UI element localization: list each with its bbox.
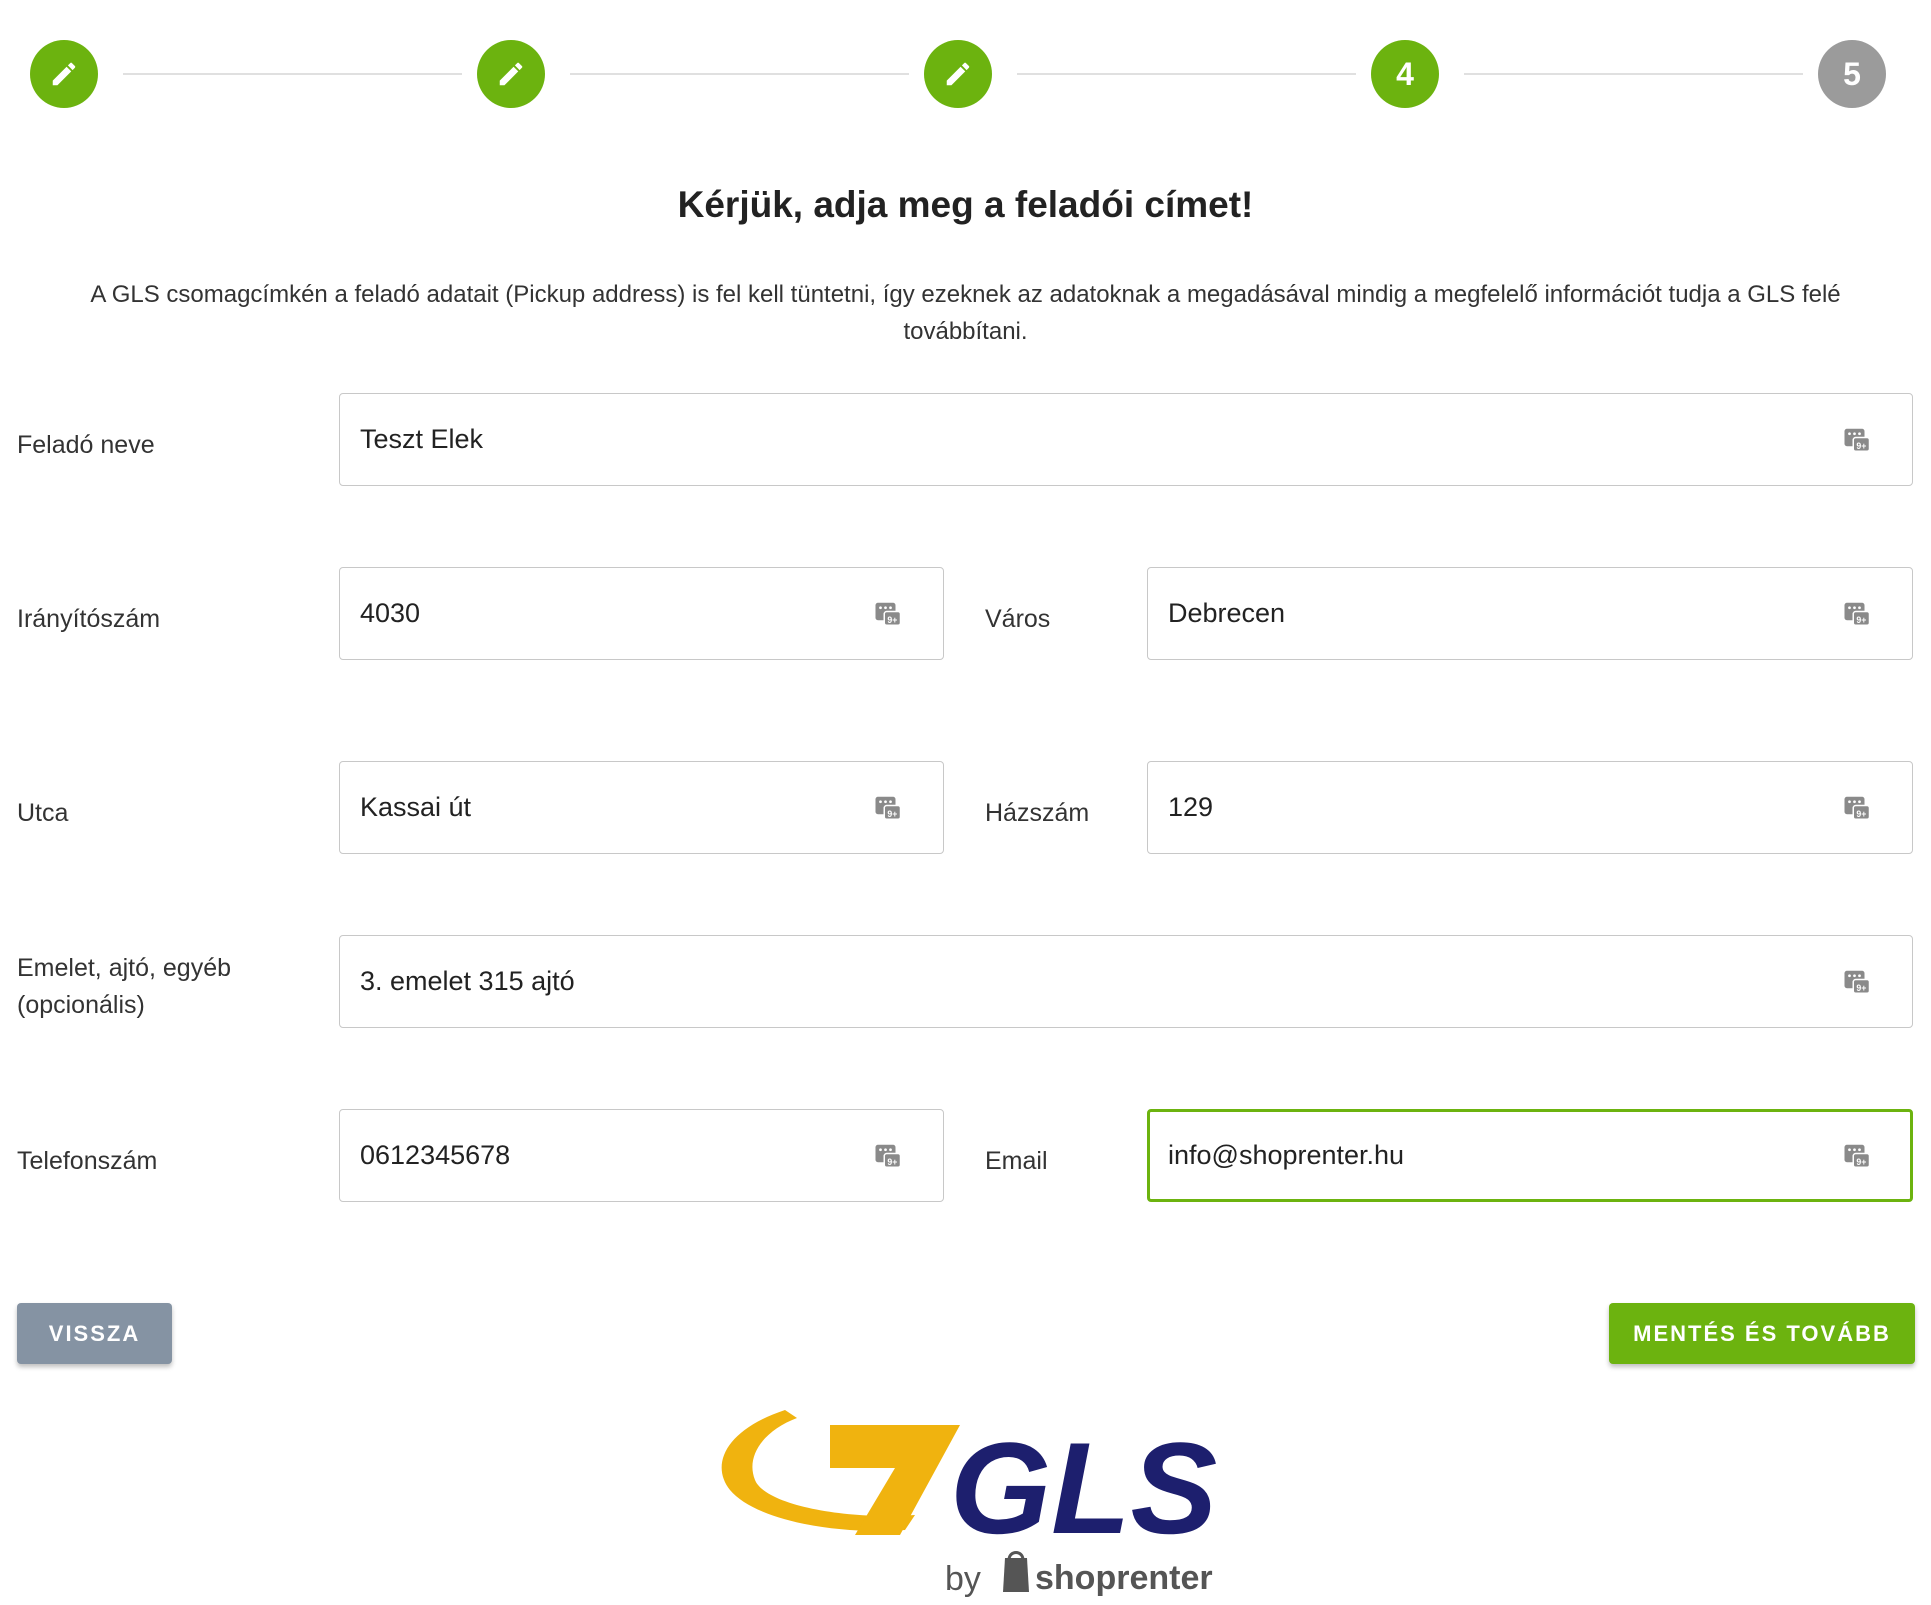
step-1-done[interactable] <box>30 40 98 108</box>
phone-label: Telefonszám <box>17 1147 158 1175</box>
sender-name-label: Feladó neve <box>17 431 155 459</box>
zip-input[interactable] <box>340 568 873 659</box>
shoprenter-wordmark: shoprenter <box>1035 1559 1213 1597</box>
step-5-pending: 5 <box>1818 40 1886 108</box>
pencil-icon <box>52 62 76 86</box>
step-number: 4 <box>1396 55 1414 92</box>
logo-by-text: by <box>945 1560 981 1598</box>
extra-input[interactable] <box>340 936 1842 1027</box>
phone-input[interactable] <box>340 1110 873 1201</box>
keyboard-dialpad-icon[interactable]: 9+ <box>1842 599 1872 629</box>
svg-text:9+: 9+ <box>1856 808 1866 818</box>
zip-field[interactable]: 9+ <box>339 567 944 660</box>
street-input[interactable] <box>340 762 873 853</box>
email-field[interactable]: 9+ <box>1147 1109 1913 1202</box>
house-number-field[interactable]: 9+ <box>1147 761 1913 854</box>
step-2-done[interactable] <box>477 40 545 108</box>
email-input[interactable] <box>1150 1112 1842 1199</box>
svg-text:9+: 9+ <box>1856 982 1866 992</box>
progress-stepper: 4 5 <box>0 0 1931 150</box>
house-number-input[interactable] <box>1148 762 1842 853</box>
keyboard-dialpad-icon[interactable]: 9+ <box>1842 1141 1872 1171</box>
stepper-connector <box>570 73 909 75</box>
step-4-active: 4 <box>1371 40 1439 108</box>
svg-text:9+: 9+ <box>887 808 897 818</box>
extra-label-line2: (opcionális) <box>17 991 145 1019</box>
step-number: 5 <box>1843 55 1861 92</box>
svg-text:9+: 9+ <box>887 1156 897 1166</box>
save-and-continue-button[interactable]: MENTÉS ÉS TOVÁBB <box>1609 1303 1915 1364</box>
extra-field[interactable]: 9+ <box>339 935 1913 1028</box>
page-description: A GLS csomagcímkén a feladó adatait (Pic… <box>90 281 1841 345</box>
keyboard-dialpad-icon[interactable]: 9+ <box>873 599 903 629</box>
keyboard-dialpad-icon[interactable]: 9+ <box>873 1141 903 1171</box>
sender-name-field[interactable]: 9+ <box>339 393 1913 486</box>
pencil-icon <box>946 62 970 86</box>
city-input[interactable] <box>1148 568 1842 659</box>
extra-label: Emelet, ajtó, egyéb (opcionális) <box>17 950 231 1024</box>
email-label: Email <box>985 1147 1048 1175</box>
keyboard-dialpad-icon[interactable]: 9+ <box>1842 967 1872 997</box>
keyboard-dialpad-icon[interactable]: 9+ <box>1842 425 1872 455</box>
keyboard-dialpad-icon[interactable]: 9+ <box>1842 793 1872 823</box>
gls-by-shoprenter-logo: GLS by shoprenter <box>705 1400 1225 1600</box>
svg-text:9+: 9+ <box>1856 1156 1866 1166</box>
pencil-icon <box>499 62 523 86</box>
street-field[interactable]: 9+ <box>339 761 944 854</box>
svg-text:9+: 9+ <box>1856 440 1866 450</box>
extra-label-line1: Emelet, ajtó, egyéb <box>17 954 232 982</box>
page-title: Kérjük, adja meg a feladói címet! <box>677 184 1254 225</box>
street-label: Utca <box>17 799 69 827</box>
city-field[interactable]: 9+ <box>1147 567 1913 660</box>
zip-label: Irányítószám <box>17 605 161 633</box>
step-3-done[interactable] <box>924 40 992 108</box>
shoprenter-bag-icon <box>1003 1551 1029 1592</box>
stepper-connector <box>1017 73 1356 75</box>
svg-text:9+: 9+ <box>1856 614 1866 624</box>
city-label: Város <box>985 605 1051 633</box>
keyboard-dialpad-icon[interactable]: 9+ <box>873 793 903 823</box>
gls-logo-graphic: GLS by shoprenter <box>721 1410 1217 1598</box>
phone-field[interactable]: 9+ <box>339 1109 944 1202</box>
gls-wordmark: GLS <box>950 1415 1217 1561</box>
stepper-connector <box>1464 73 1803 75</box>
back-button[interactable]: VISSZA <box>17 1303 172 1364</box>
house-number-label: Házszám <box>985 799 1090 827</box>
svg-text:9+: 9+ <box>887 614 897 624</box>
sender-name-input[interactable] <box>340 394 1842 485</box>
stepper-connector <box>123 73 462 75</box>
